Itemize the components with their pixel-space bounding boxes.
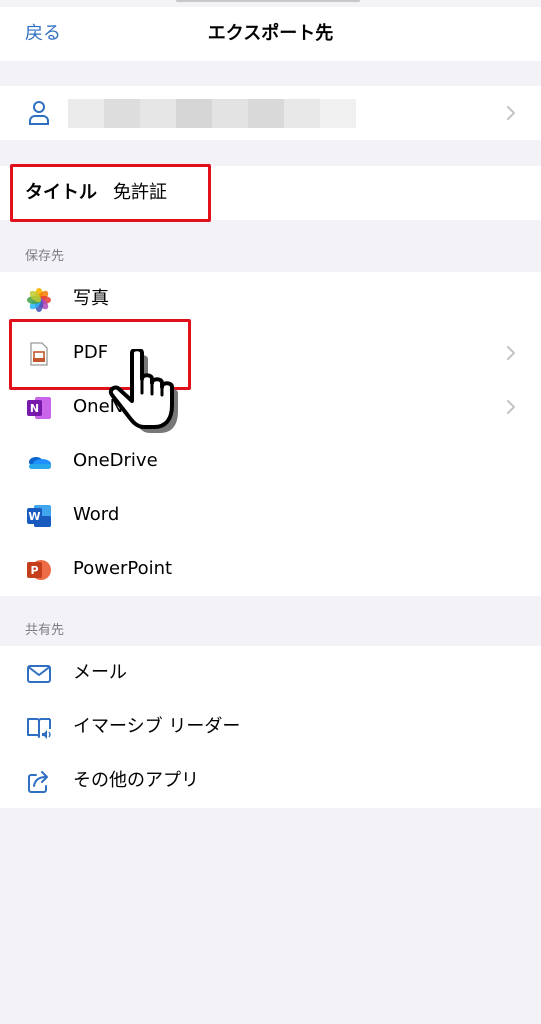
chevron-right-icon xyxy=(507,400,515,414)
share-icon xyxy=(28,771,48,793)
sheet-grabber[interactable] xyxy=(176,0,360,2)
onenote-icon: N xyxy=(27,397,51,419)
svg-text:N: N xyxy=(30,402,39,415)
svg-text:W: W xyxy=(28,510,40,523)
share-item-label: メール xyxy=(73,662,127,683)
navigation-bar: 戻る エクスポート先 xyxy=(0,7,541,61)
share-section-header: 共有先 xyxy=(25,623,65,638)
pointing-hand-icon xyxy=(108,349,178,433)
save-item-photos[interactable]: 写真 xyxy=(0,272,541,326)
person-icon xyxy=(29,101,49,125)
share-destination-list: メール イマーシブ リーダー その他のアプリ xyxy=(0,646,541,808)
share-item-label: その他のアプリ xyxy=(73,770,199,791)
mail-icon xyxy=(27,665,51,683)
save-item-label: 写真 xyxy=(73,288,109,309)
save-item-label: Word xyxy=(73,504,120,525)
onedrive-icon xyxy=(29,457,51,469)
save-item-label: OneDrive xyxy=(73,450,158,471)
account-name-redacted xyxy=(68,99,356,128)
save-item-label: PowerPoint xyxy=(73,558,173,579)
account-row[interactable] xyxy=(0,86,541,140)
page-title: エクスポート先 xyxy=(207,23,334,44)
share-item-other-apps[interactable]: その他のアプリ xyxy=(0,754,541,808)
word-icon: W xyxy=(27,505,51,527)
save-item-powerpoint[interactable]: P PowerPoint xyxy=(0,542,541,596)
share-item-immersive-reader[interactable]: イマーシブ リーダー xyxy=(0,700,541,754)
immersive-reader-icon xyxy=(27,718,51,739)
save-item-word[interactable]: W Word xyxy=(0,488,541,542)
save-section-header: 保存先 xyxy=(25,249,65,264)
chevron-right-icon xyxy=(507,346,515,360)
save-item-onedrive[interactable]: OneDrive xyxy=(0,434,541,488)
share-item-label: イマーシブ リーダー xyxy=(73,716,241,737)
powerpoint-icon: P xyxy=(27,560,51,580)
chevron-right-icon xyxy=(507,106,515,120)
share-item-mail[interactable]: メール xyxy=(0,646,541,700)
svg-text:P: P xyxy=(30,564,38,577)
highlight-box-title xyxy=(10,164,211,222)
photos-icon xyxy=(27,288,51,312)
